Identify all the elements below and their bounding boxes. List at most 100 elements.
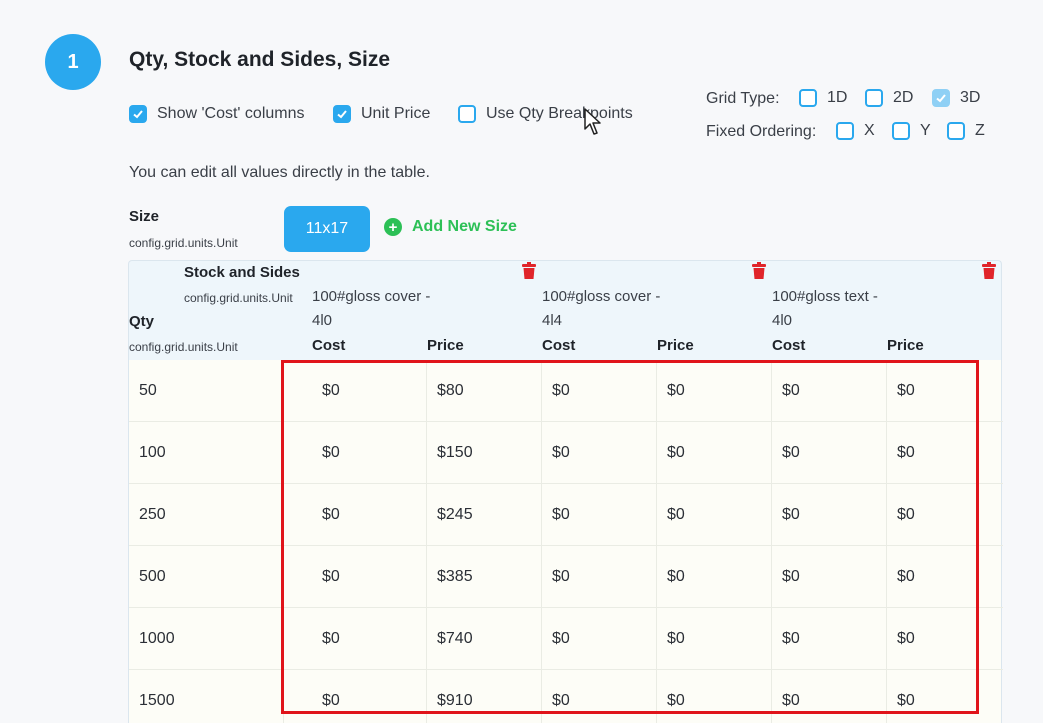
qty-cell[interactable]: 250 — [129, 484, 284, 546]
qty-cell[interactable]: 100 — [129, 422, 284, 484]
size-label: Size — [129, 208, 160, 225]
checkbox-checked-icon — [129, 105, 147, 123]
show-cost-checkbox[interactable]: Show 'Cost' columns — [129, 105, 305, 123]
price-cell[interactable]: $0 — [887, 608, 1002, 670]
trash-icon[interactable] — [751, 262, 767, 280]
qty-cell[interactable]: 1000 — [129, 608, 284, 670]
grid-type-2d-checkbox[interactable]: 2D — [865, 89, 913, 107]
price-cell[interactable]: $245 — [427, 484, 542, 546]
price-cell[interactable]: $0 — [887, 422, 1002, 484]
checkbox-empty-icon — [865, 89, 883, 107]
table-row: 50 $0 $80 $0 $0 $0 $0 — [129, 360, 1003, 422]
fixed-ordering-y-checkbox[interactable]: Y — [892, 122, 931, 140]
mouse-cursor-icon — [584, 108, 601, 135]
qty-breakpoints-label: Use Qty Breakpoints — [486, 105, 633, 122]
add-new-size-button[interactable]: + Add New Size — [384, 218, 517, 236]
cost-cell[interactable]: $0 — [542, 546, 657, 608]
cost-cell[interactable]: $0 — [312, 484, 427, 546]
cost-cell[interactable]: $0 — [312, 670, 427, 723]
price-cell[interactable]: $0 — [887, 484, 1002, 546]
cost-cell[interactable]: $0 — [772, 670, 887, 723]
qty-cell[interactable]: 1500 — [129, 670, 284, 723]
table-row: 250 $0 $245 $0 $0 $0 $0 — [129, 484, 1003, 546]
table-row: 1000 $0 $740 $0 $0 $0 $0 — [129, 608, 1003, 670]
price-cell[interactable]: $0 — [657, 360, 772, 422]
price-cell[interactable]: $740 — [427, 608, 542, 670]
cost-cell[interactable]: $0 — [312, 546, 427, 608]
cost-cell[interactable]: $0 — [312, 360, 427, 422]
stock-name-2[interactable]: 100#gloss cover - 4l4 — [542, 285, 662, 333]
cost-cell[interactable]: $0 — [312, 608, 427, 670]
stock-and-sides-label: Stock and Sides — [184, 264, 300, 281]
fixed-ordering-x-label: X — [864, 122, 875, 139]
fixed-ordering-z-label: Z — [975, 122, 985, 139]
unit-price-label: Unit Price — [361, 105, 431, 122]
cost-cell[interactable]: $0 — [772, 546, 887, 608]
checkbox-empty-icon — [892, 122, 910, 140]
price-cell[interactable]: $0 — [887, 670, 1002, 723]
cost-cell[interactable]: $0 — [772, 608, 887, 670]
price-cell[interactable]: $0 — [657, 422, 772, 484]
stock-name-1[interactable]: 100#gloss cover - 4l0 — [312, 285, 432, 333]
cost-cell[interactable]: $0 — [772, 422, 887, 484]
checkbox-empty-icon — [836, 122, 854, 140]
qty-label: Qty — [129, 313, 155, 330]
cost-cell[interactable]: $0 — [772, 360, 887, 422]
show-cost-label: Show 'Cost' columns — [157, 105, 305, 122]
price-cell[interactable]: $0 — [657, 608, 772, 670]
cost-cell[interactable]: $0 — [312, 422, 427, 484]
column-header-cost: Cost — [312, 337, 346, 354]
column-header-price: Price — [657, 337, 694, 354]
grid-type-1d-checkbox[interactable]: 1D — [799, 89, 847, 107]
table-row: 500 $0 $385 $0 $0 $0 $0 — [129, 546, 1003, 608]
price-cell[interactable]: $150 — [427, 422, 542, 484]
table-row: 100 $0 $150 $0 $0 $0 $0 — [129, 422, 1003, 484]
checkbox-checked-icon — [333, 105, 351, 123]
cost-cell[interactable]: $0 — [542, 608, 657, 670]
price-cell[interactable]: $0 — [657, 546, 772, 608]
price-cell[interactable]: $385 — [427, 546, 542, 608]
price-cell[interactable]: $0 — [657, 670, 772, 723]
grid-type-1d-label: 1D — [827, 89, 848, 106]
size-unit-label: config.grid.units.Unit — [129, 236, 238, 250]
edit-hint-text: You can edit all values directly in the … — [129, 164, 430, 181]
grid-type-3d-label: 3D — [960, 89, 981, 106]
qty-cell[interactable]: 50 — [129, 360, 284, 422]
trash-icon[interactable] — [981, 262, 997, 280]
price-cell[interactable]: $0 — [887, 360, 1002, 422]
qty-breakpoints-checkbox[interactable]: Use Qty Breakpoints — [458, 105, 633, 123]
column-header-price: Price — [887, 337, 924, 354]
price-cell[interactable]: $0 — [657, 484, 772, 546]
step-number-badge: 1 — [45, 34, 101, 90]
column-header-cost: Cost — [542, 337, 576, 354]
unit-price-checkbox[interactable]: Unit Price — [333, 105, 430, 123]
cost-cell[interactable]: $0 — [542, 484, 657, 546]
section-title: Qty, Stock and Sides, Size — [129, 48, 391, 71]
price-cell[interactable]: $910 — [427, 670, 542, 723]
add-new-size-label: Add New Size — [412, 218, 517, 235]
checkbox-empty-icon — [458, 105, 476, 123]
cost-cell[interactable]: $0 — [542, 670, 657, 723]
price-cell[interactable]: $80 — [427, 360, 542, 422]
fixed-ordering-y-label: Y — [920, 122, 931, 139]
fixed-ordering-label: Fixed Ordering: — [706, 123, 817, 140]
cost-cell[interactable]: $0 — [542, 360, 657, 422]
column-header-cost: Cost — [772, 337, 806, 354]
grid-type-label: Grid Type: — [706, 90, 780, 107]
checkbox-empty-icon — [799, 89, 817, 107]
fixed-ordering-x-checkbox[interactable]: X — [836, 122, 875, 140]
trash-icon[interactable] — [521, 262, 537, 280]
checkbox-empty-icon — [947, 122, 965, 140]
cost-cell[interactable]: $0 — [542, 422, 657, 484]
stock-name-3[interactable]: 100#gloss text - 4l0 — [772, 285, 892, 333]
column-header-price: Price — [427, 337, 464, 354]
size-11x17-button[interactable]: 11x17 — [284, 206, 370, 252]
cost-cell[interactable]: $0 — [772, 484, 887, 546]
price-cell[interactable]: $0 — [887, 546, 1002, 608]
price-table-body: 50 $0 $80 $0 $0 $0 $0 100 $0 $150 $0 $0 … — [128, 360, 1003, 723]
fixed-ordering-z-checkbox[interactable]: Z — [947, 122, 985, 140]
qty-unit-label: config.grid.units.Unit — [129, 340, 238, 354]
qty-cell[interactable]: 500 — [129, 546, 284, 608]
checkbox-checked-icon — [932, 89, 950, 107]
grid-type-3d-checkbox[interactable]: 3D — [932, 89, 980, 107]
